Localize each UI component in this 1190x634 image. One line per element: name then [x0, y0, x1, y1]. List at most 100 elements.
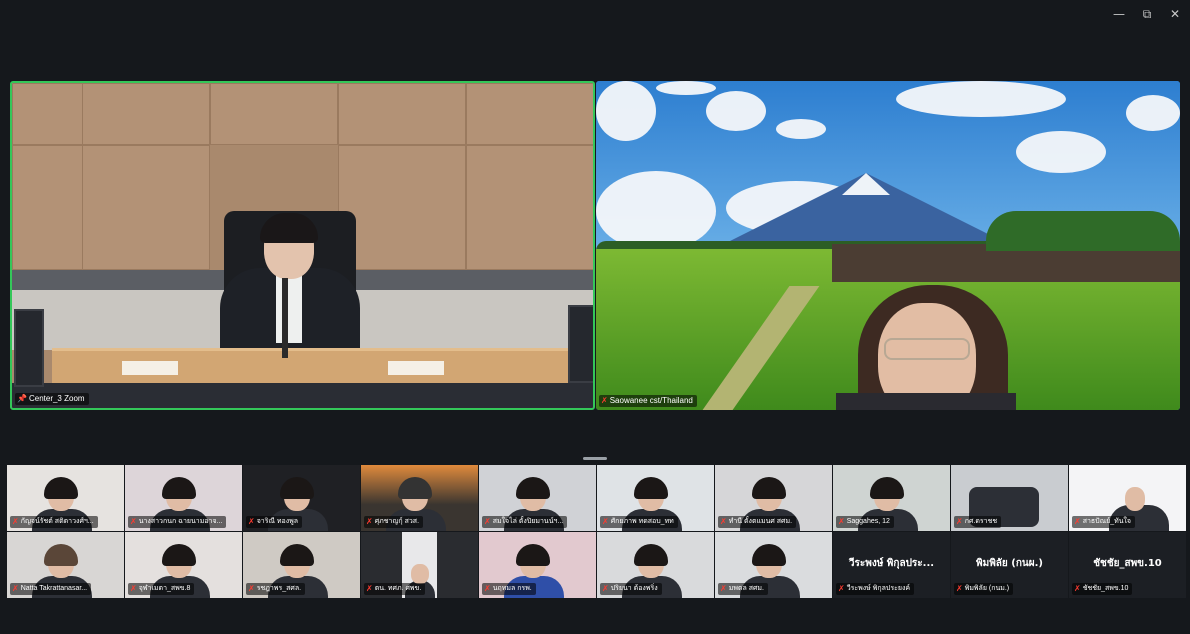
participant-name: ชัชชัย_สพข.10 — [1082, 585, 1129, 592]
cloud — [1016, 131, 1106, 173]
participant-display-name: พิมพิลัย (กนผ.) — [976, 558, 1043, 569]
speaker-body — [836, 393, 1016, 410]
participant-name-tag: ✗ มพตล สศม. — [718, 583, 768, 595]
participant-tile[interactable]: ✗ กศ.ดราชช — [951, 465, 1068, 531]
cloud — [596, 171, 716, 251]
participant-tile[interactable]: ✗ สมใจไล่ ตั้งปิยมานน์ฯ... — [479, 465, 596, 531]
participant-tile[interactable]: ✗ รชฎาพร_สศล. — [243, 532, 360, 598]
participant-name: นางสาวกนก ฉายนามอาจ... — [138, 518, 223, 525]
mic-muted-icon: ✗ — [720, 517, 727, 526]
participant-name-tag: ✗ นางสาวกนก ฉายนามอาจ... — [128, 516, 227, 528]
participant-name-tag: ✗ นฤทมล กรพ. — [482, 583, 536, 595]
participant-name: ศักยภาพ ทดสอบ_ทท — [610, 518, 674, 525]
participant-name: Center_3 Zoom — [28, 394, 85, 403]
wall-panel — [466, 145, 593, 270]
monitor-left — [14, 309, 44, 387]
participant-tile[interactable]: ✗ สาธปัณย์_ทันใจ — [1069, 465, 1186, 531]
participant-tile[interactable]: ✗ มพตล สศม. — [715, 532, 832, 598]
participant-name-tag: ✗ ชัชชัย_สพข.10 — [1072, 583, 1133, 595]
mic-muted-icon: ✗ — [1074, 517, 1081, 526]
participant-name: วีระพงษ์ พิกุลประยงค์ — [846, 585, 911, 592]
participant-name: พิมพิลัย (กนม.) — [964, 585, 1010, 592]
mic-muted-icon: ✗ — [12, 584, 19, 593]
video-tile-main-2[interactable]: ✗ Saowanee cst/Thailand — [596, 81, 1180, 410]
participant-name: สมใจไล่ ตั้งปิยมานน์ฯ... — [492, 518, 564, 525]
participant-tile[interactable]: ✗ นฤทมล กรพ. — [479, 532, 596, 598]
mic-muted-icon: ✗ — [484, 517, 491, 526]
participant-name-tag: ✗ สมใจไล่ ตั้งปิยมานน์ฯ... — [482, 516, 568, 528]
participant-tile[interactable]: ✗ Natta Takrattanasar... — [7, 532, 124, 598]
participant-name-tag: ✗ รชฎาพร_สศล. — [246, 583, 306, 595]
participant-name-tag: ✗ Saowanee cst/Thailand — [599, 395, 697, 407]
participant-name-tag: ✗ ตน. ทศภ. ศพข. — [364, 583, 426, 595]
participant-tile[interactable]: ✗ นางสาวกนก ฉายนามอาจ... — [125, 465, 242, 531]
participant-tile[interactable]: ✗ ปริยนา ต้องพริ่ง — [597, 532, 714, 598]
participant-name-tag: ✗ กศ.ดราชช — [954, 516, 1002, 528]
participant-tile[interactable]: ✗ ทำนี ตั้งตแมนศ สศม. — [715, 465, 832, 531]
mic-muted-icon: ✗ — [366, 584, 373, 593]
microphone-icon — [282, 278, 288, 358]
paper — [388, 361, 444, 375]
trees-right — [986, 211, 1180, 251]
speaker-shirt — [276, 273, 302, 343]
participant-display-name: วีระพงษ์ พิกุลประ... — [848, 558, 935, 569]
participant-name-tag: ✗ Natta Takrattanasar... — [10, 583, 92, 595]
wall-panel — [210, 83, 338, 145]
cloud — [706, 91, 766, 131]
restore-icon[interactable]: ⧉ — [1136, 4, 1158, 24]
monitor-right — [568, 305, 593, 383]
participant-tile[interactable]: ✗ จุฬาเมตา_สพข.8 — [125, 532, 242, 598]
mic-muted-icon: ✗ — [956, 517, 963, 526]
minimize-icon[interactable]: — — [1108, 4, 1130, 24]
mic-muted-icon: ✗ — [248, 584, 255, 593]
participant-name-tag: ✗ กัญจน์รัชต์ สติตาวงศ์ฯ... — [10, 516, 98, 528]
participant-name: Natta Takrattanasar... — [20, 585, 88, 592]
mic-muted-icon: ✗ — [838, 517, 845, 526]
desk-front — [12, 383, 593, 408]
participant-name-tag: ✗ ทำนี ตั้งตแมนศ สศม. — [718, 516, 797, 528]
participant-tile[interactable]: พิมพิลัย (กนผ.) ✗ พิมพิลัย (กนม.) — [951, 532, 1068, 598]
wall-panel — [338, 83, 466, 145]
mic-muted-icon: ✗ — [130, 517, 137, 526]
mic-muted-icon: ✗ — [956, 584, 963, 593]
wall-panel — [12, 145, 90, 270]
participant-tile[interactable]: ชัชชัย_สพข.10 ✗ ชัชชัย_สพข.10 — [1069, 532, 1186, 598]
participant-name-tag: ✗ ปริยนา ต้องพริ่ง — [600, 583, 662, 595]
cloud — [1126, 95, 1180, 131]
wall-panel — [12, 83, 90, 145]
participant-display-name: ชัชชัย_สพข.10 — [1093, 558, 1162, 569]
gallery-resize-handle[interactable] — [583, 457, 607, 460]
mic-muted-icon: ✗ — [601, 396, 608, 405]
mic-muted-icon: ✗ — [484, 584, 491, 593]
mic-muted-icon: ✗ — [602, 517, 609, 526]
participant-tile[interactable]: วีระพงษ์ พิกุลประ... ✗ วีระพงษ์ พิกุลประยง… — [833, 532, 950, 598]
mic-muted-icon: ✗ — [602, 584, 609, 593]
participant-name: จาริณี ทองพูล — [256, 518, 299, 525]
video-tile-main-1[interactable]: 📌 Center_3 Zoom — [10, 81, 595, 410]
participant-tile[interactable]: ✗ ตน. ทศภ. ศพข. — [361, 532, 478, 598]
close-icon[interactable]: ✕ — [1164, 4, 1186, 24]
cloud — [776, 119, 826, 139]
participant-name: สาธปัณย์_ทันใจ — [1082, 518, 1132, 525]
participant-tile[interactable]: ✗ ศุภชาญกุ์ สวส. — [361, 465, 478, 531]
mic-muted-icon: ✗ — [838, 584, 845, 593]
mountain-snow — [842, 173, 890, 195]
participant-tile[interactable]: ✗ กัญจน์รัชต์ สติตาวงศ์ฯ... — [7, 465, 124, 531]
mic-muted-icon: ✗ — [248, 517, 255, 526]
participant-tile[interactable]: ✗ ศักยภาพ ทดสอบ_ทท — [597, 465, 714, 531]
participant-name: Saggahes, 12 — [846, 518, 890, 525]
avatar — [411, 564, 429, 584]
pin-icon: 📌 — [17, 394, 27, 403]
participant-name-tag: ✗ วีระพงษ์ พิกุลประยงค์ — [836, 583, 915, 595]
wall-panel — [466, 83, 593, 145]
wall-panel — [82, 145, 210, 270]
participant-name-tag: ✗ ศุภชาญกุ์ สวส. — [364, 516, 424, 528]
participant-name: นฤทมล กรพ. — [492, 585, 532, 592]
mic-muted-icon: ✗ — [366, 517, 373, 526]
mic-muted-icon: ✗ — [12, 517, 19, 526]
wall-panel — [338, 145, 466, 270]
participant-name: รชฎาพร_สศล. — [256, 585, 302, 592]
participant-tile[interactable]: ✗ จาริณี ทองพูล — [243, 465, 360, 531]
participant-name-tag: ✗ ศักยภาพ ทดสอบ_ทท — [600, 516, 678, 528]
participant-tile[interactable]: ✗ Saggahes, 12 — [833, 465, 950, 531]
